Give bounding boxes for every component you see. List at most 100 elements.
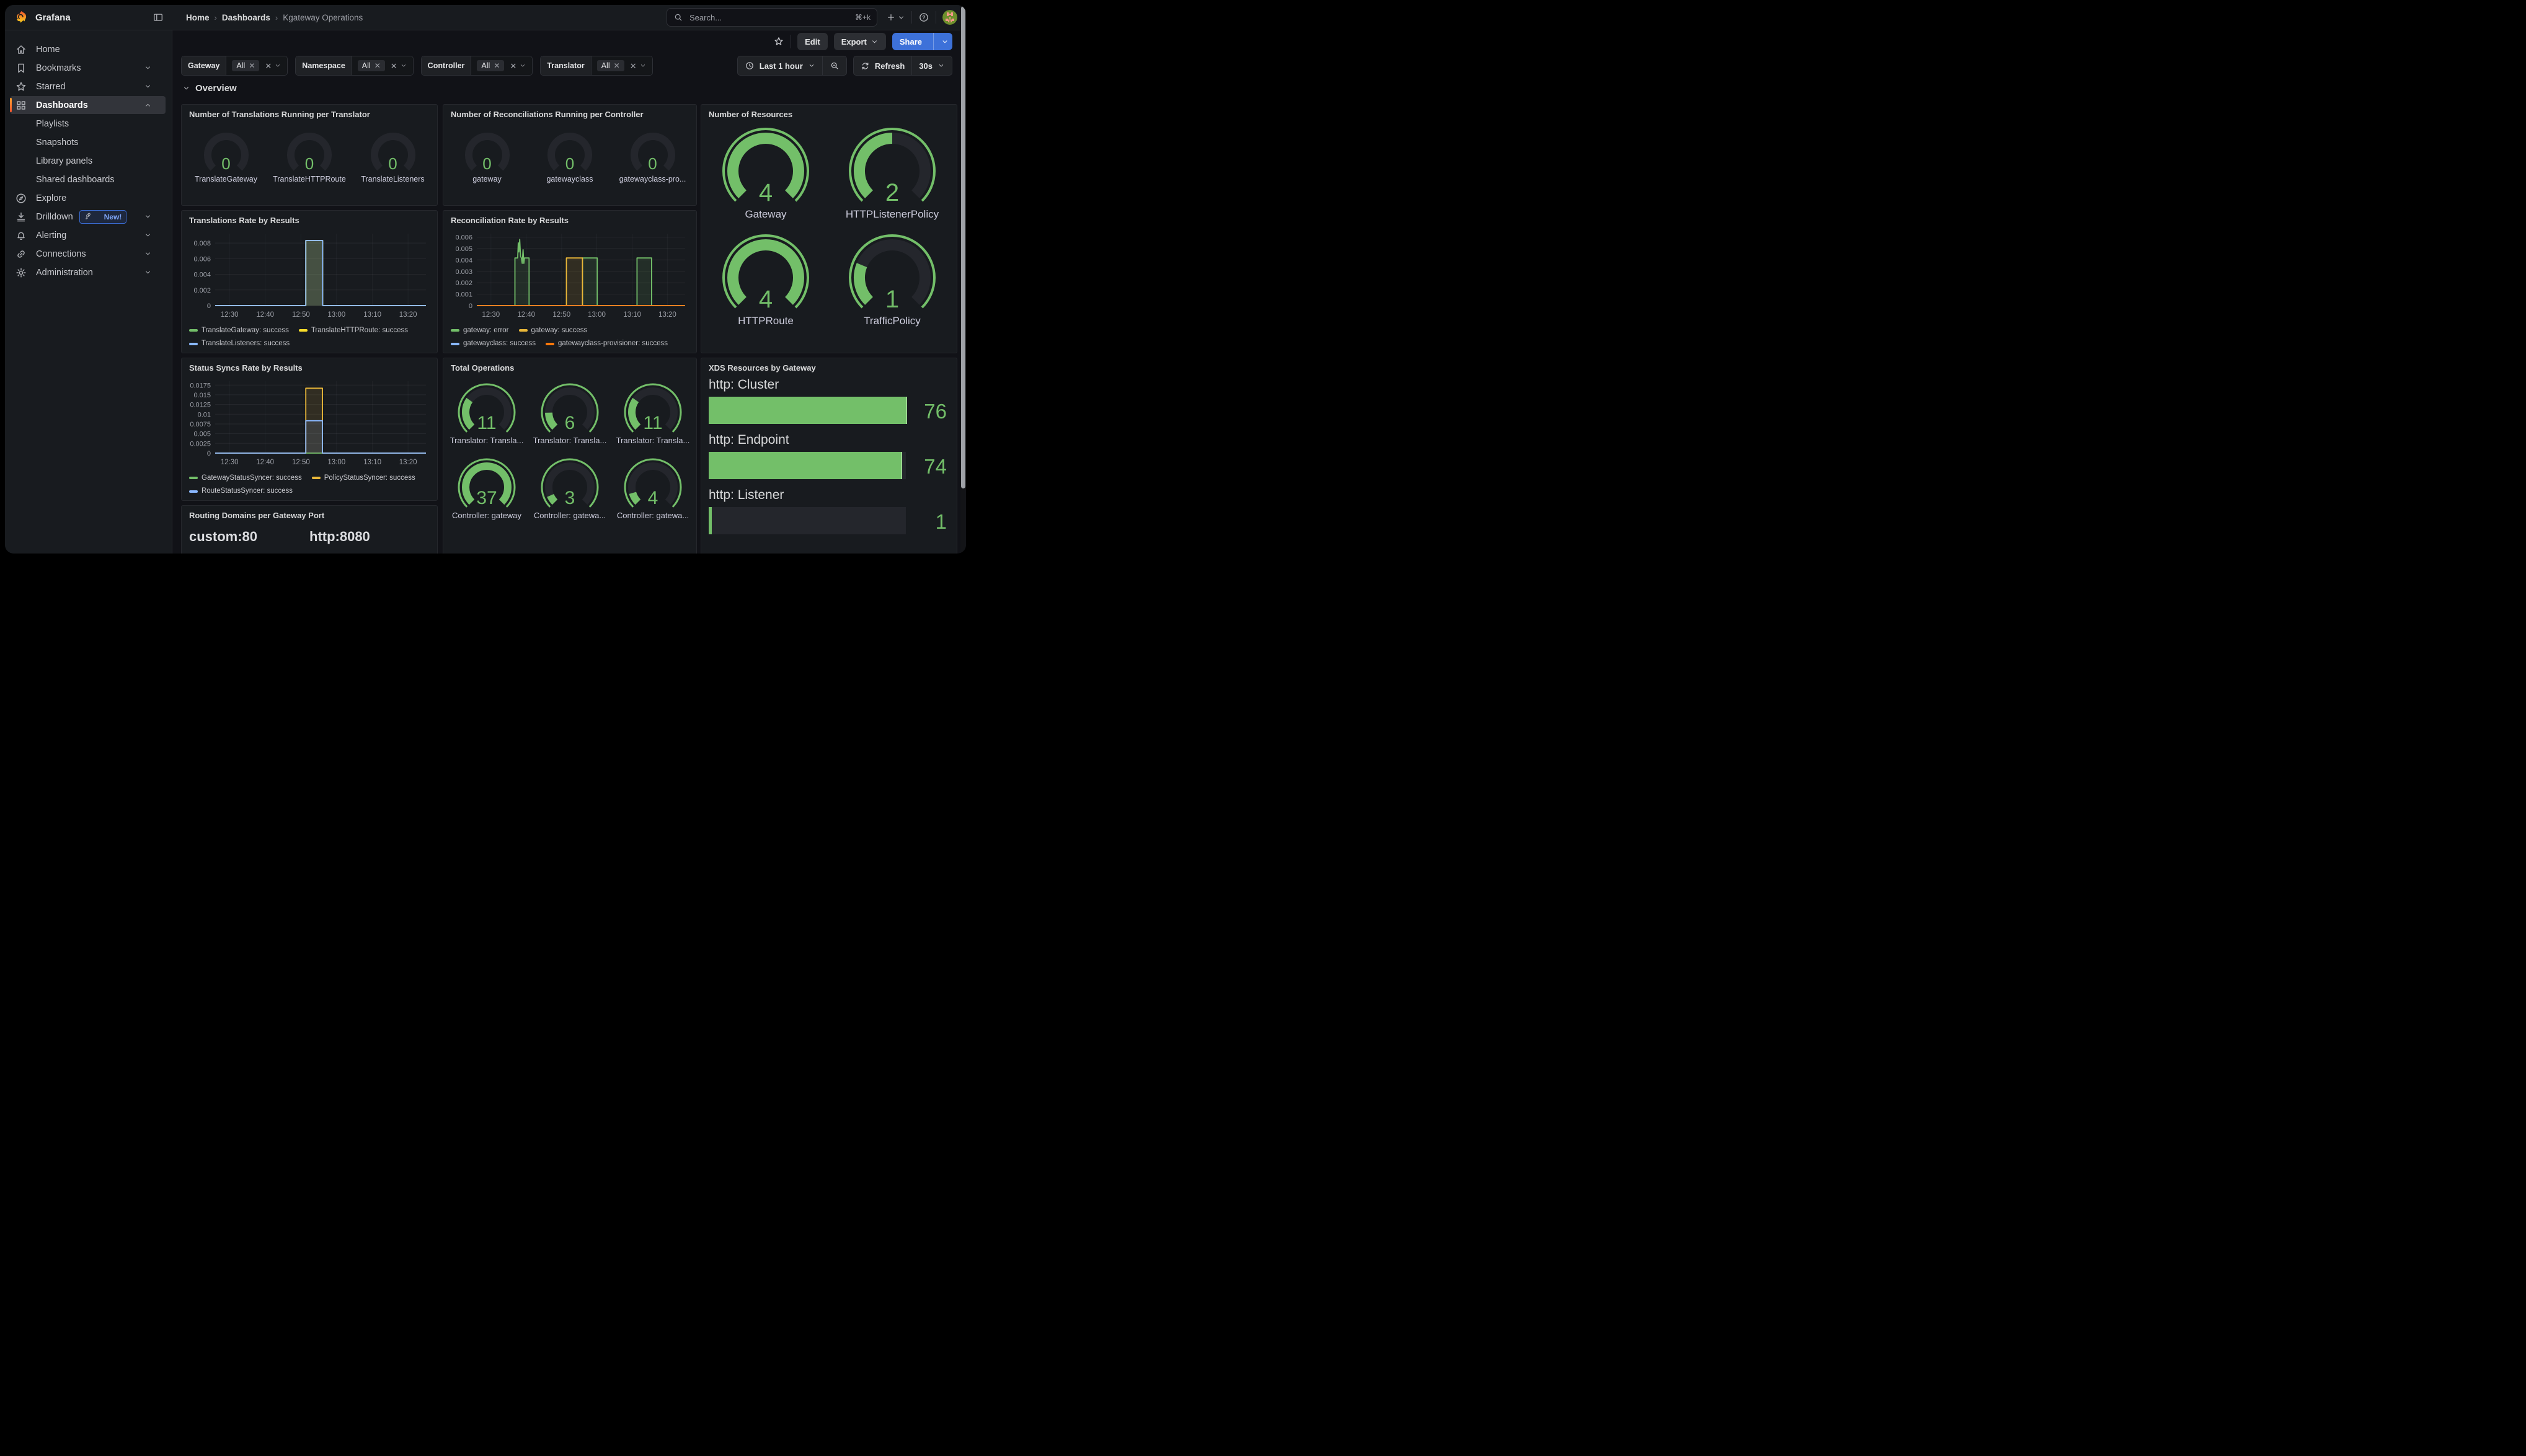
panel-title[interactable]: Translations Rate by Results xyxy=(182,211,437,226)
svg-text:0.005: 0.005 xyxy=(193,431,211,438)
sidebar-toggle-icon[interactable] xyxy=(153,12,164,23)
legend-item[interactable]: gatewayclass-provisioner: success xyxy=(546,338,668,350)
gauge-value: 37 xyxy=(447,488,526,509)
panel-title[interactable]: Routing Domains per Gateway Port xyxy=(182,506,437,521)
sidebar-item-alerting[interactable]: Alerting xyxy=(10,226,166,244)
sidebar-item-explore[interactable]: Explore xyxy=(10,189,166,207)
time-range-picker[interactable]: Last 1 hour xyxy=(738,56,822,75)
filter-namespace[interactable]: NamespaceAll✕✕ xyxy=(295,56,413,76)
chevron-down-icon xyxy=(871,38,879,46)
help-button[interactable]: ? xyxy=(918,12,929,23)
filter-controls: ✕ xyxy=(265,62,281,70)
remove-value-icon[interactable]: ✕ xyxy=(249,62,255,69)
legend-item[interactable]: TranslateHTTPRoute: success xyxy=(299,325,408,337)
remove-value-icon[interactable]: ✕ xyxy=(494,62,500,69)
time-series-chart: 0.0060.0050.0040.0030.0020.001012:3012:4… xyxy=(446,227,693,322)
panel-title[interactable]: Number of Translations Running per Trans… xyxy=(182,105,437,120)
gauge-value: 0 xyxy=(531,154,609,174)
svg-text:?: ? xyxy=(922,14,925,20)
svg-text:0: 0 xyxy=(207,302,211,310)
user-avatar[interactable] xyxy=(942,10,957,25)
filter-chip[interactable]: All✕ xyxy=(358,60,385,71)
legend-item[interactable]: RouteStatusSyncer: success xyxy=(189,485,293,497)
chevron-down-icon[interactable] xyxy=(400,62,407,69)
search-box[interactable]: ⌘+k xyxy=(667,8,877,27)
sidebar-item-playlists[interactable]: Playlists xyxy=(10,115,166,133)
gear-icon xyxy=(15,267,27,279)
zoom-out-icon xyxy=(830,61,840,71)
panel-xds-resources: XDS Resources by Gatewayhttp: Cluster76h… xyxy=(701,358,957,554)
chevron-down-icon[interactable] xyxy=(639,62,647,69)
panel-title[interactable]: XDS Resources by Gateway xyxy=(701,358,957,374)
vertical-scrollbar[interactable] xyxy=(960,5,966,554)
bar-gauge-row: http: Endpoint74 xyxy=(709,433,949,479)
clear-filter-icon[interactable]: ✕ xyxy=(510,62,516,70)
clear-filter-icon[interactable]: ✕ xyxy=(630,62,637,70)
search-input[interactable] xyxy=(688,12,855,23)
breadcrumb-dashboards[interactable]: Dashboards xyxy=(222,13,270,22)
panel-title[interactable]: Number of Resources xyxy=(701,105,957,120)
grafana-logo-icon[interactable] xyxy=(14,10,29,25)
legend-series-name: gatewayclass: success xyxy=(463,338,536,350)
bar-fill xyxy=(709,397,907,424)
row-overview-toggle[interactable]: Overview xyxy=(182,83,237,94)
chevron-down-icon[interactable] xyxy=(937,38,952,46)
share-button[interactable]: Share xyxy=(892,33,952,50)
bar-line: 1 xyxy=(709,507,949,534)
filter-chip[interactable]: All✕ xyxy=(477,60,504,71)
export-button[interactable]: Export xyxy=(834,33,886,50)
panel-title[interactable]: Status Syncs Rate by Results xyxy=(182,358,437,374)
sidebar-item-starred[interactable]: Starred xyxy=(10,77,166,95)
sidebar-item-connections[interactable]: Connections xyxy=(10,245,166,263)
new-button[interactable] xyxy=(886,12,905,22)
sidebar-item-label: Dashboards xyxy=(36,100,88,110)
edit-button[interactable]: Edit xyxy=(797,33,828,50)
filter-chip[interactable]: All✕ xyxy=(597,60,624,71)
filter-gateway[interactable]: GatewayAll✕✕ xyxy=(181,56,288,76)
legend-item[interactable]: PolicyStatusSyncer: success xyxy=(312,472,415,484)
sidebar-item-administration[interactable]: Administration xyxy=(10,263,166,281)
time-controls: Last 1 hour Refresh 30s xyxy=(737,56,952,76)
sidebar-item-bookmarks[interactable]: Bookmarks xyxy=(10,59,166,77)
legend-item[interactable]: TranslateListeners: success xyxy=(189,338,290,350)
remove-value-icon[interactable]: ✕ xyxy=(614,62,620,69)
filter-label: Namespace xyxy=(296,56,352,75)
remove-value-icon[interactable]: ✕ xyxy=(374,62,381,69)
sidebar-item-shared-dashboards[interactable]: Shared dashboards xyxy=(10,170,166,188)
star-dashboard-icon[interactable] xyxy=(773,36,784,47)
legend-item[interactable]: GatewayStatusSyncer: success xyxy=(189,472,302,484)
chevron-down-icon xyxy=(808,62,815,69)
filter-value: All✕✕ xyxy=(592,56,652,75)
sidebar-item-dashboards[interactable]: Dashboards xyxy=(10,96,166,114)
bar-label: http: Endpoint xyxy=(709,433,949,448)
filter-controller[interactable]: ControllerAll✕✕ xyxy=(421,56,533,76)
compass-icon xyxy=(15,192,27,205)
panel-title[interactable]: Total Operations xyxy=(443,358,696,374)
sidebar-item-snapshots[interactable]: Snapshots xyxy=(10,133,166,151)
legend-item[interactable]: TranslateGateway: success xyxy=(189,325,289,337)
plus-icon xyxy=(886,12,896,22)
sidebar-item-home[interactable]: Home xyxy=(10,40,166,58)
gauge: 4Controller: gatewa... xyxy=(613,455,693,520)
refresh-interval-picker[interactable]: 30s xyxy=(912,56,952,75)
bar-line: 76 xyxy=(709,397,949,424)
refresh-button[interactable]: Refresh xyxy=(854,56,911,75)
legend-item[interactable]: gatewayclass: success xyxy=(451,338,536,350)
gauge-value: 11 xyxy=(613,413,693,434)
panel-title[interactable]: Number of Reconciliations Running per Co… xyxy=(443,105,696,120)
sidebar-item-library-panels[interactable]: Library panels xyxy=(10,152,166,170)
panel-reconciliations-running: Number of Reconciliations Running per Co… xyxy=(443,104,697,206)
scrollbar-thumb[interactable] xyxy=(961,6,965,488)
clear-filter-icon[interactable]: ✕ xyxy=(391,62,397,70)
chevron-down-icon[interactable] xyxy=(519,62,526,69)
sidebar-item-drilldown[interactable]: DrilldownNew! xyxy=(10,208,166,226)
legend-item[interactable]: gateway: success xyxy=(519,325,588,337)
breadcrumb-home[interactable]: Home xyxy=(186,13,210,22)
filter-chip[interactable]: All✕ xyxy=(232,60,259,71)
filter-translator[interactable]: TranslatorAll✕✕ xyxy=(540,56,652,76)
chevron-down-icon[interactable] xyxy=(274,62,281,69)
legend-item[interactable]: gateway: error xyxy=(451,325,509,337)
clear-filter-icon[interactable]: ✕ xyxy=(265,62,272,70)
zoom-out-button[interactable] xyxy=(823,56,846,75)
panel-title[interactable]: Reconciliation Rate by Results xyxy=(443,211,696,226)
